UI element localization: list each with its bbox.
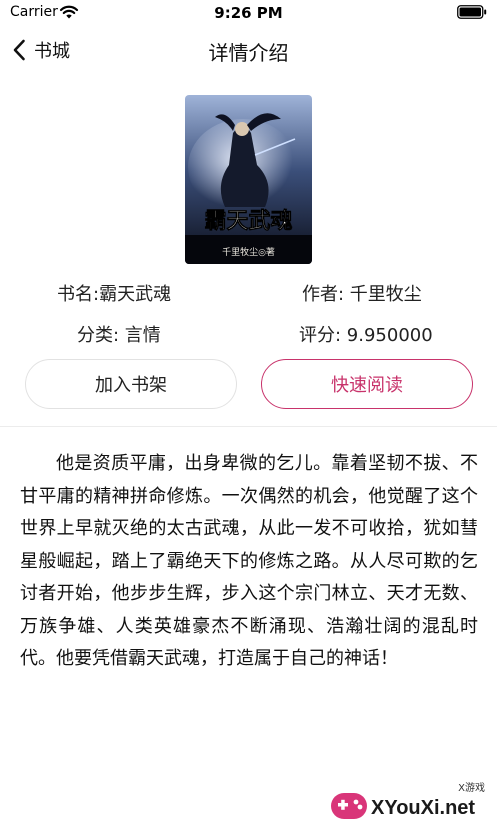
section-divider bbox=[0, 426, 497, 427]
book-category: 分类: 言情 bbox=[77, 325, 161, 346]
status-time: 9:26 PM bbox=[214, 4, 283, 22]
book-author: 作者: 千里牧尘 bbox=[302, 284, 422, 305]
book-cover-image: 霸天武魂 千里牧尘◎著 bbox=[185, 95, 312, 264]
cover-author-text: 千里牧尘◎著 bbox=[222, 246, 275, 258]
status-bar: Carrier 9:26 PM bbox=[0, 0, 497, 26]
watermark: X游戏 XYouXi.net bbox=[323, 775, 493, 831]
battery-icon bbox=[457, 5, 487, 19]
watermark-subtext: X游戏 bbox=[458, 783, 485, 794]
page-title: 详情介绍 bbox=[208, 41, 289, 65]
add-to-shelf-button[interactable]: 加入书架 bbox=[25, 359, 237, 409]
book-cover: 霸天武魂 千里牧尘◎著 bbox=[185, 95, 312, 264]
navigation-bar: 书城 详情介绍 bbox=[0, 26, 497, 74]
cover-title-text: 霸天武魂 bbox=[204, 208, 292, 234]
watermark-brand: XYouXi.net bbox=[371, 797, 476, 819]
book-name: 书名:霸天武魂 bbox=[57, 284, 172, 305]
book-rating: 评分: 9.950000 bbox=[299, 325, 433, 346]
quick-read-button[interactable]: 快速阅读 bbox=[261, 359, 473, 409]
gamepad-logo-icon bbox=[331, 793, 367, 819]
book-description: 他是资质平庸，出身卑微的乞儿。靠着坚韧不拔、不甘平庸的精神拼命修炼。一次偶然的机… bbox=[20, 453, 478, 669]
